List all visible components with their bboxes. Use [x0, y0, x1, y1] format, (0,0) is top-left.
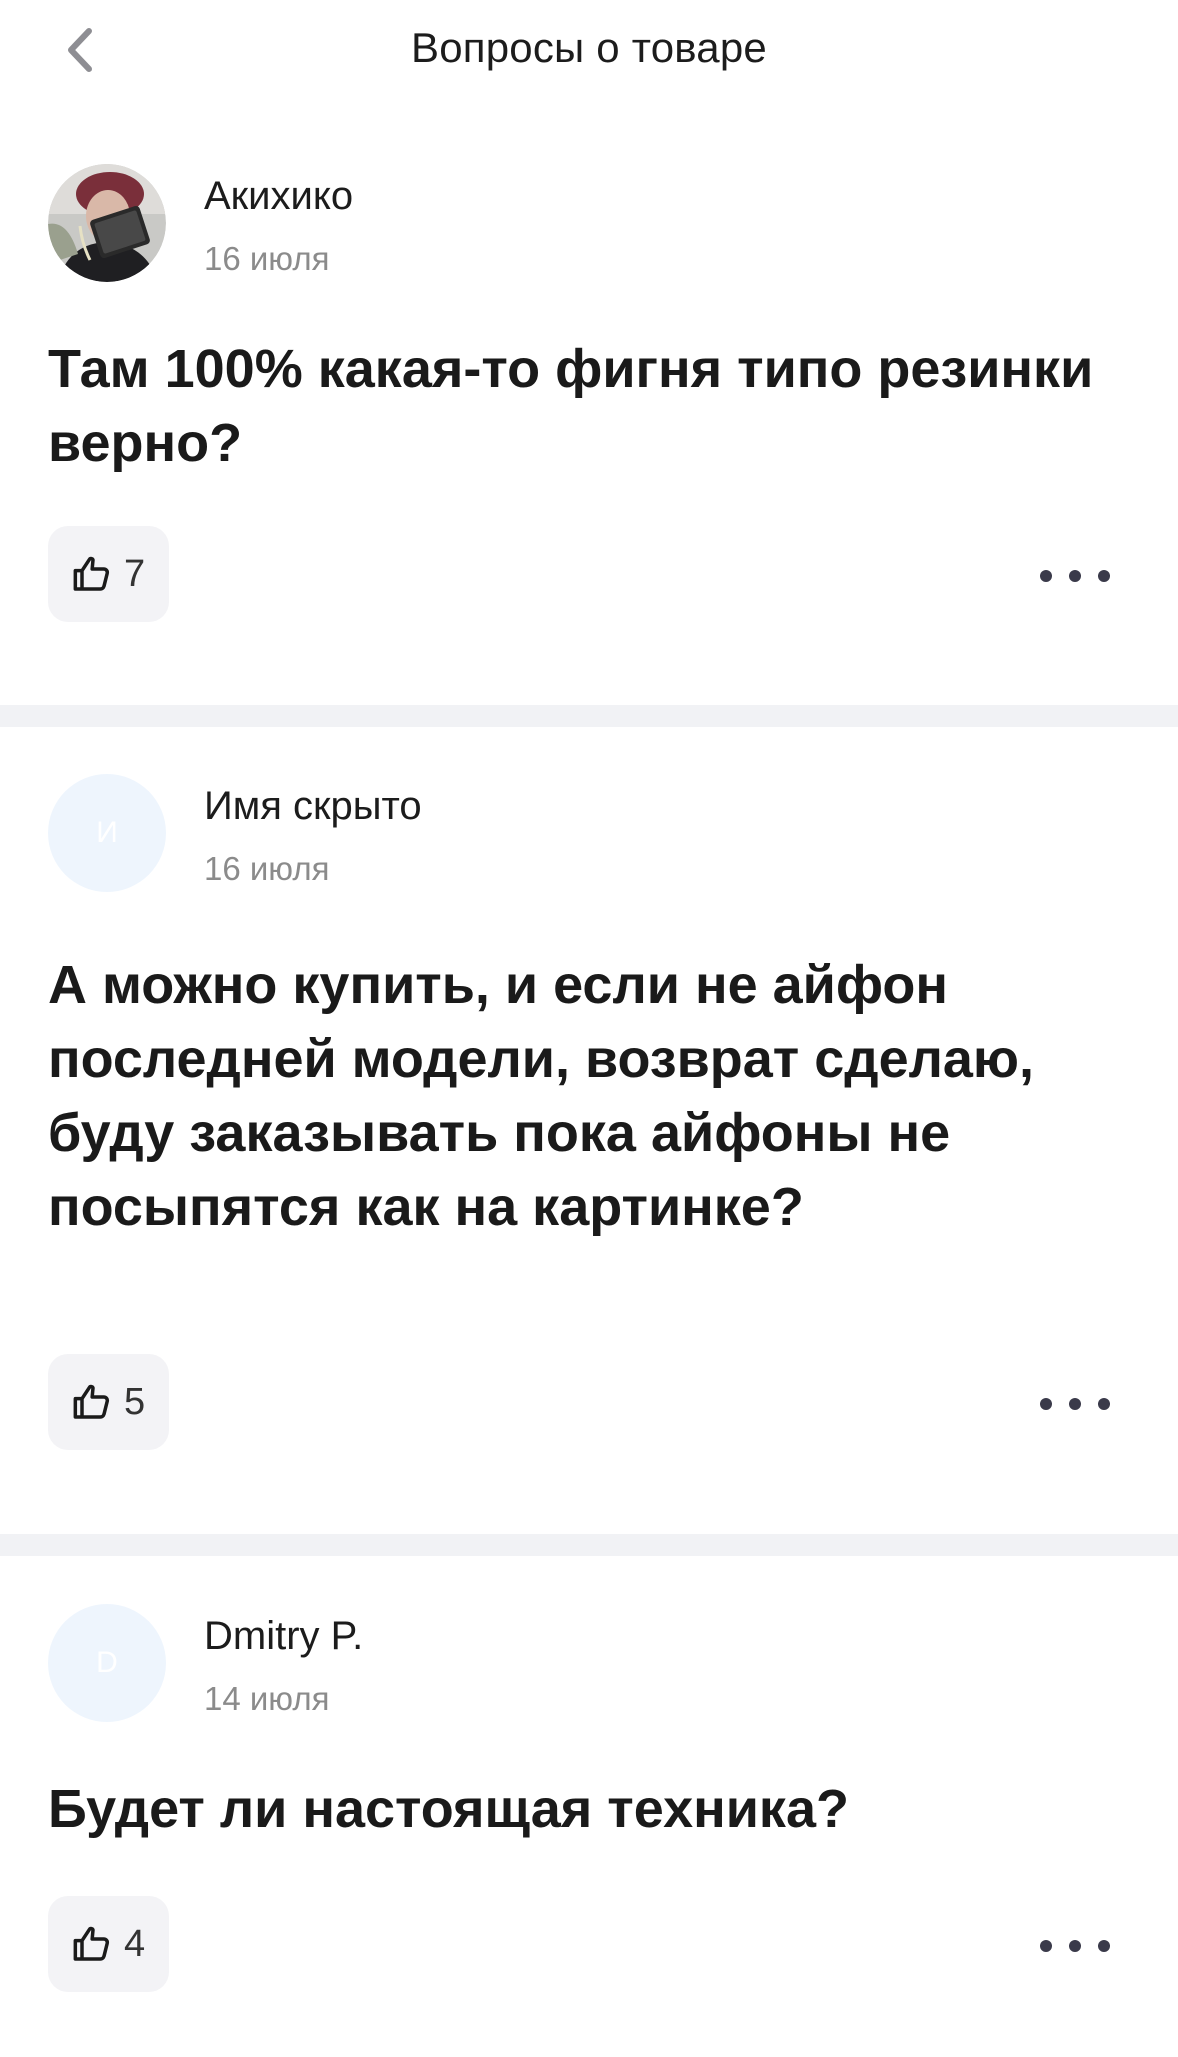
question-text: Будет ли настоящая техника? — [48, 1779, 849, 1839]
like-count: 5 — [124, 1380, 146, 1423]
like-button[interactable]: 5 — [48, 1354, 170, 1450]
thumbs-up-icon — [73, 556, 110, 591]
thumbs-up-icon — [73, 1926, 110, 1961]
like-count: 4 — [124, 1922, 146, 1965]
more-dot — [1069, 1398, 1081, 1410]
like-count: 7 — [124, 552, 146, 595]
section-divider — [0, 1534, 1178, 1556]
more-options-button[interactable] — [1040, 1384, 1110, 1424]
more-dot — [1069, 1940, 1081, 1952]
more-dot — [1040, 1398, 1052, 1410]
question-date: 14 июля — [204, 1680, 330, 1717]
like-button[interactable]: 4 — [48, 1896, 170, 1992]
question-date: 16 июля — [204, 240, 330, 277]
avatar-letter: D — [96, 1646, 118, 1679]
more-dot — [1098, 1940, 1110, 1952]
user-photo-icon — [48, 164, 166, 282]
question-date: 16 июля — [204, 850, 330, 887]
avatar[interactable] — [48, 164, 166, 282]
question-text: А можно купить, и если не айфон последне… — [48, 955, 1035, 1237]
more-dot — [1098, 1398, 1110, 1410]
header: Вопросы о товаре — [0, 0, 1178, 110]
avatar[interactable]: D — [48, 1604, 166, 1722]
more-options-button[interactable] — [1040, 556, 1110, 596]
page-title: Вопросы о товаре — [411, 24, 767, 71]
avatar-letter: И — [96, 816, 118, 849]
question-text: Там 100% какая-то фигня типо резинки вер… — [48, 339, 1094, 473]
author-name: Имя скрыто — [204, 784, 422, 828]
like-button[interactable]: 7 — [48, 526, 170, 622]
avatar[interactable]: И — [48, 774, 166, 892]
more-dot — [1040, 1940, 1052, 1952]
thumbs-up-icon — [73, 1384, 110, 1419]
more-dot — [1069, 570, 1081, 582]
author-name: Акихико — [204, 174, 354, 218]
more-dot — [1098, 570, 1110, 582]
more-options-button[interactable] — [1040, 1926, 1110, 1966]
more-dot — [1040, 570, 1052, 582]
section-divider — [0, 705, 1178, 727]
author-name: Dmitry P. — [204, 1614, 364, 1658]
